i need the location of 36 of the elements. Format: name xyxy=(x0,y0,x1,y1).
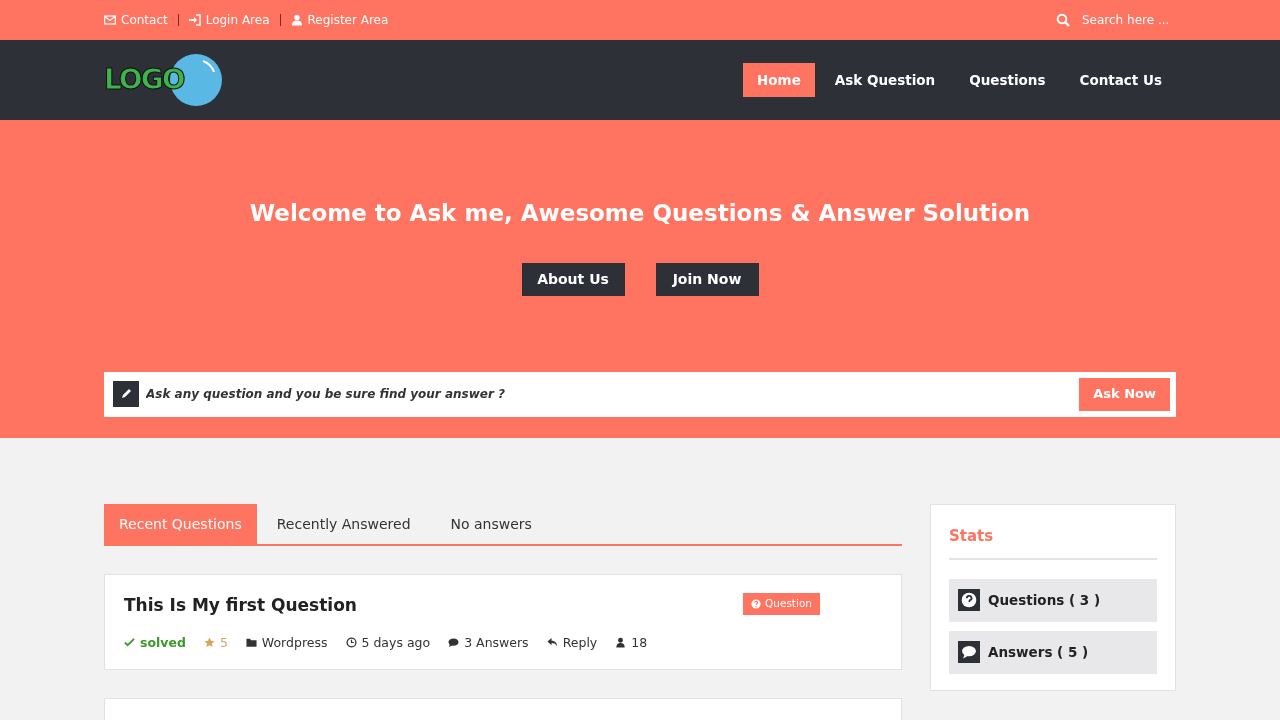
hero-title: Welcome to Ask me, Awesome Questions & Answer Solution xyxy=(249,199,1031,228)
reply-arrow-icon xyxy=(546,637,558,649)
stats-title: Stats xyxy=(949,525,1157,560)
hero-button[interactable]: About Us xyxy=(521,262,625,296)
folder-icon xyxy=(245,637,257,649)
nav-link[interactable]: Contact Us xyxy=(1065,63,1176,97)
tab[interactable]: Recently Answered xyxy=(256,504,431,544)
help-icon xyxy=(751,599,761,609)
sign-in-icon xyxy=(188,14,201,26)
help-icon xyxy=(958,589,980,611)
question-meta: solved xyxy=(140,633,186,652)
check-icon xyxy=(124,637,135,649)
tab[interactable]: No answers xyxy=(430,504,552,544)
search-icon[interactable] xyxy=(1056,13,1070,27)
question-meta[interactable]: Wordpress xyxy=(261,633,328,653)
question-meta[interactable]: Reply xyxy=(562,633,598,653)
hero-button[interactable]: Join Now xyxy=(655,262,759,296)
pencil-icon xyxy=(113,381,139,407)
question-title[interactable]: This Is My first Question xyxy=(124,593,743,619)
envelope-icon xyxy=(104,14,116,26)
clock-icon xyxy=(345,637,357,649)
question-meta: 5 xyxy=(219,633,228,652)
nav-link[interactable]: Questions xyxy=(955,63,1060,97)
question-meta: 5 days ago xyxy=(361,633,431,652)
stats-label: Answers ( 5 ) xyxy=(988,642,1089,662)
search-field[interactable]: Search here ... xyxy=(1082,11,1172,29)
question-tag: Question xyxy=(743,593,820,615)
stats-label: Questions ( 3 ) xyxy=(988,590,1101,610)
user-icon xyxy=(615,637,627,649)
user-icon xyxy=(290,14,303,26)
nav-link[interactable]: Ask Question xyxy=(820,63,950,97)
speech-bubble-icon xyxy=(958,641,980,663)
question-meta[interactable]: 3 Answers xyxy=(464,633,529,653)
question-meta: 18 xyxy=(631,633,648,652)
speech-bubble-icon xyxy=(448,637,460,649)
star-icon xyxy=(203,637,215,649)
